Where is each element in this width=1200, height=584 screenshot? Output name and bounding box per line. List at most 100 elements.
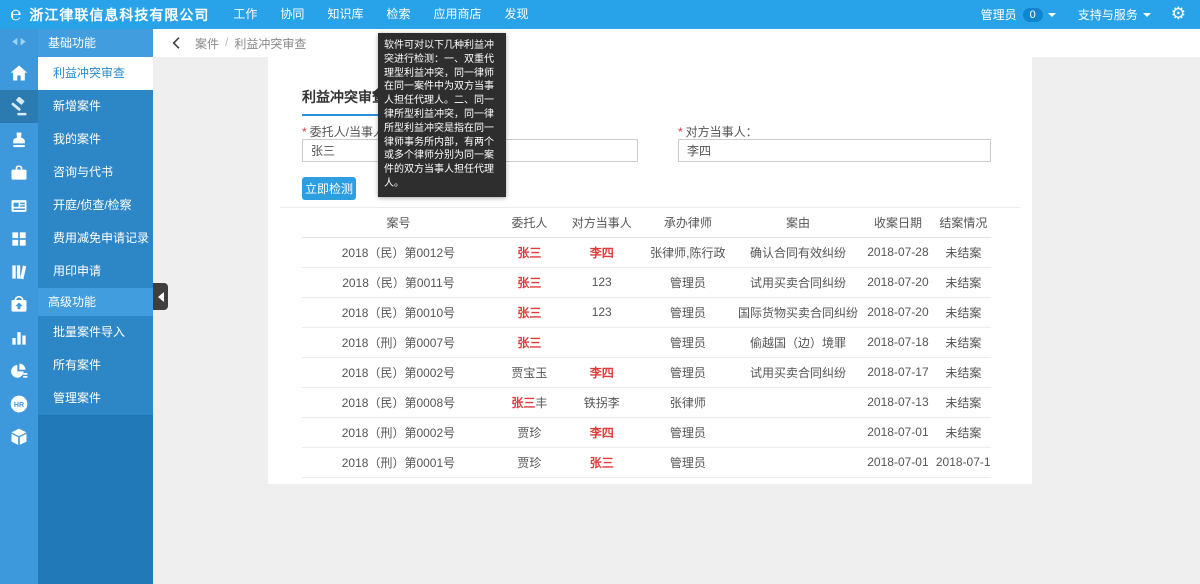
table-cell: 偷越国（边）境罪 bbox=[736, 327, 860, 357]
cube-icon[interactable] bbox=[0, 420, 38, 453]
table-cell: 贾珍 bbox=[495, 447, 564, 477]
table-cell bbox=[736, 417, 860, 447]
table-cell: 张三 bbox=[495, 297, 564, 327]
table-cell: 未结案 bbox=[936, 357, 991, 387]
table-cell: 未结案 bbox=[936, 237, 991, 267]
topbar-menu-item[interactable]: 工作 bbox=[229, 0, 261, 29]
upload-box-icon[interactable] bbox=[0, 288, 38, 321]
column-header: 案号 bbox=[302, 208, 495, 237]
sidebar-item[interactable]: 我的案件 bbox=[38, 123, 153, 156]
topbar-menu-item[interactable]: 协同 bbox=[276, 0, 308, 29]
sidebar-section-header[interactable]: 高级功能 bbox=[38, 288, 153, 316]
books-icon[interactable] bbox=[0, 255, 38, 288]
sidebar-item[interactable]: 开庭/侦查/检察 bbox=[38, 189, 153, 222]
user-name: 管理员 bbox=[981, 6, 1017, 23]
home-icon[interactable] bbox=[0, 55, 38, 90]
table-cell: 张律师 bbox=[640, 387, 736, 417]
tab-active-underline bbox=[302, 114, 390, 116]
required-mark: * bbox=[678, 125, 683, 139]
table-cell: 李四 bbox=[564, 357, 640, 387]
sidebar-item[interactable]: 用印申请 bbox=[38, 255, 153, 288]
topbar-menu-item[interactable]: 检索 bbox=[382, 0, 414, 29]
collapse-icon[interactable] bbox=[0, 29, 38, 55]
stamp-icon[interactable] bbox=[0, 123, 38, 156]
sidebar-section-header[interactable]: 基础功能 bbox=[38, 29, 153, 57]
table-cell: 2018（刑）第0007号 bbox=[302, 327, 495, 357]
table-row[interactable]: 2018（民）第0012号张三李四张律师,陈行政确认合同有效纠纷2018-07-… bbox=[302, 237, 991, 267]
table-cell bbox=[564, 327, 640, 357]
hr-icon[interactable]: HR bbox=[0, 387, 38, 420]
table-cell: 2018（民）第0011号 bbox=[302, 267, 495, 297]
table-cell: 李四 bbox=[564, 417, 640, 447]
column-header: 收案日期 bbox=[860, 208, 936, 237]
table-cell: 试用买卖合同纠纷 bbox=[736, 267, 860, 297]
table-header-row: 案号委托人对方当事人承办律师案由收案日期结案情况 bbox=[302, 208, 991, 237]
table-cell: 未结案 bbox=[936, 417, 991, 447]
tooltip-text: 软件可对以下几种利益冲突进行检测：一、双重代理型利益冲突，同一律师在同一案件中为… bbox=[384, 40, 494, 189]
table-cell: 管理员 bbox=[640, 417, 736, 447]
main-area: 案件 / 利益冲突审查 利益冲突审查 ! *委托人/当事人： *对方当事人： 立… bbox=[153, 29, 1200, 584]
grid-icon[interactable] bbox=[0, 222, 38, 255]
topbar-menu-item[interactable]: 知识库 bbox=[323, 0, 367, 29]
breadcrumb-section[interactable]: 案件 bbox=[195, 35, 219, 52]
notification-badge: 0 bbox=[1023, 8, 1043, 22]
sidebar-item[interactable]: 所有案件 bbox=[38, 349, 153, 382]
opposing-party-field-label: *对方当事人： bbox=[678, 123, 758, 140]
table-row[interactable]: 2018（民）第0011号张三123管理员试用买卖合同纠纷2018-07-20未… bbox=[302, 267, 991, 297]
column-header: 对方当事人 bbox=[564, 208, 640, 237]
table-row[interactable]: 2018（刑）第0001号贾珍张三管理员2018-07-012018-07-13 bbox=[302, 447, 991, 477]
briefcase-icon[interactable] bbox=[0, 156, 38, 189]
support-menu[interactable]: 支持与服务 bbox=[1078, 6, 1151, 23]
table-row[interactable]: 2018（刑）第0002号贾珍李四管理员2018-07-01未结案 bbox=[302, 417, 991, 447]
sidebar-menu: 基础功能利益冲突审查新增案件我的案件咨询与代书开庭/侦查/检察费用减免申请记录用… bbox=[38, 29, 153, 584]
table-cell: 管理员 bbox=[640, 357, 736, 387]
table-cell: 张三丰 bbox=[495, 387, 564, 417]
table-row[interactable]: 2018（刑）第0007号张三管理员偷越国（边）境罪2018-07-18未结案 bbox=[302, 327, 991, 357]
breadcrumb-page: 利益冲突审查 bbox=[234, 35, 306, 52]
user-menu[interactable]: 管理员 0 bbox=[981, 6, 1056, 23]
table-cell: 2018（民）第0008号 bbox=[302, 387, 495, 417]
table-row[interactable]: 2018（民）第0008号张三丰铁拐李张律师2018-07-13未结案 bbox=[302, 387, 991, 417]
sidebar-item[interactable]: 费用减免申请记录 bbox=[38, 222, 153, 255]
sidebar-collapse-handle[interactable] bbox=[153, 283, 168, 310]
chevron-down-icon bbox=[1143, 13, 1151, 17]
tooltip-arrow bbox=[372, 88, 378, 98]
sidebar: HR 基础功能利益冲突审查新增案件我的案件咨询与代书开庭/侦查/检察费用减免申请… bbox=[0, 29, 153, 584]
table-cell: 管理员 bbox=[640, 447, 736, 477]
sidebar-item[interactable]: 管理案件 bbox=[38, 382, 153, 415]
table-row[interactable]: 2018（民）第0002号贾宝玉李四管理员试用买卖合同纠纷2018-07-17未… bbox=[302, 357, 991, 387]
table-cell: 未结案 bbox=[936, 267, 991, 297]
sidebar-item[interactable]: 利益冲突审查 bbox=[38, 57, 153, 90]
sidebar-item[interactable]: 批量案件导入 bbox=[38, 316, 153, 349]
table-cell: 管理员 bbox=[640, 297, 736, 327]
check-now-button[interactable]: 立即检测 bbox=[302, 177, 356, 200]
gear-icon[interactable]: ⚙ bbox=[1171, 0, 1186, 29]
topbar-menu-item[interactable]: 应用商店 bbox=[429, 0, 485, 29]
table-cell: 2018-07-13 bbox=[936, 447, 991, 477]
idcard-icon[interactable] bbox=[0, 189, 38, 222]
table-row[interactable]: 2018（民）第0010号张三123管理员国际货物买卖合同纠纷2018-07-2… bbox=[302, 297, 991, 327]
table-cell: 未结案 bbox=[936, 327, 991, 357]
topbar-menu-item[interactable]: 发现 bbox=[500, 0, 532, 29]
table-cell: 2018-07-01 bbox=[860, 447, 936, 477]
table-cell: 2018-07-13 bbox=[860, 387, 936, 417]
table-cell: 贾珍 bbox=[495, 417, 564, 447]
topbar: ℮ 浙江律联信息科技有限公司 工作协同知识库检索应用商店发现 管理员 0 支持与… bbox=[0, 0, 1200, 29]
table-body: 2018（民）第0012号张三李四张律师,陈行政确认合同有效纠纷2018-07-… bbox=[302, 237, 991, 477]
bar-chart-icon[interactable] bbox=[0, 321, 38, 354]
gavel-icon[interactable] bbox=[0, 90, 38, 123]
table-cell bbox=[736, 387, 860, 417]
sidebar-item[interactable]: 新增案件 bbox=[38, 90, 153, 123]
sidebar-item[interactable]: 咨询与代书 bbox=[38, 156, 153, 189]
required-mark: * bbox=[302, 125, 307, 139]
table-cell: 2018-07-20 bbox=[860, 297, 936, 327]
company-title: 浙江律联信息科技有限公司 bbox=[29, 5, 209, 25]
opposing-party-input[interactable] bbox=[678, 139, 991, 162]
table-cell: 123 bbox=[564, 267, 640, 297]
table-cell: 确认合同有效纠纷 bbox=[736, 237, 860, 267]
breadcrumb-separator: / bbox=[225, 35, 228, 52]
table-cell: 2018（民）第0012号 bbox=[302, 237, 495, 267]
pie-report-icon[interactable] bbox=[0, 354, 38, 387]
table-cell: 2018（刑）第0002号 bbox=[302, 417, 495, 447]
back-chevron-icon[interactable] bbox=[169, 35, 185, 51]
